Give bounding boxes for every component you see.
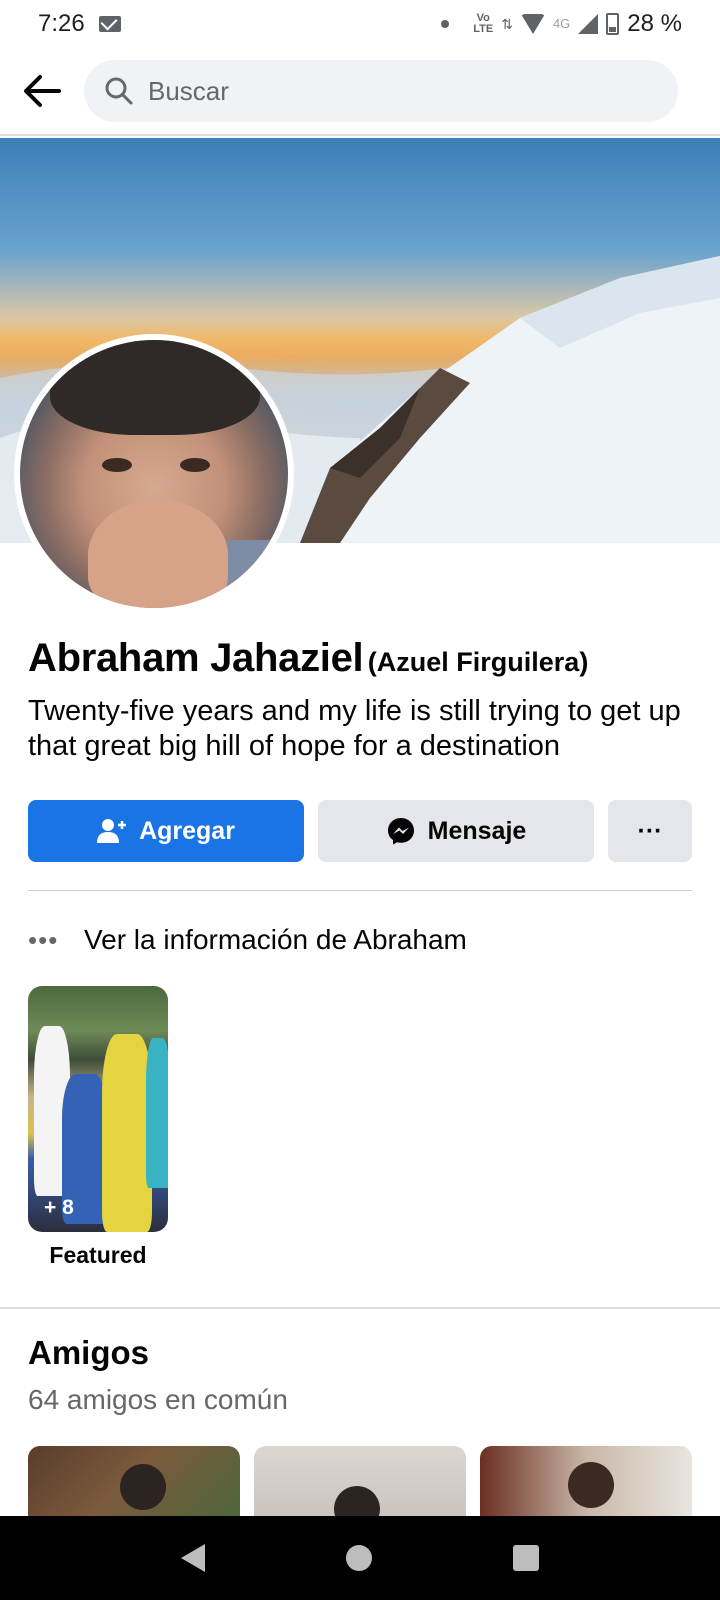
search-placeholder: Buscar [148, 75, 229, 106]
more-dots-icon: ··· [637, 816, 663, 845]
wifi-icon [520, 14, 545, 34]
see-about-info-label: Ver la información de Abraham [84, 924, 467, 955]
battery-icon [606, 13, 620, 35]
profile-name-block: Abraham Jahaziel (Azuel Firguilera) [28, 636, 698, 681]
add-friend-icon [97, 818, 127, 844]
more-options-button[interactable]: ··· [608, 800, 692, 862]
more-dots-icon: ••• [28, 924, 59, 955]
status-bar: 7:26 Vo LTE ⇅ 4G 28 % [0, 0, 720, 48]
network-type: 4G [552, 16, 571, 31]
nav-recents-icon[interactable] [513, 1545, 540, 1571]
featured-collection[interactable]: + 8 Featured [28, 986, 168, 1269]
notification-dot-icon [441, 20, 450, 28]
messenger-icon [386, 816, 416, 846]
add-friend-button[interactable]: Agregar [28, 800, 304, 862]
divider [28, 890, 692, 891]
featured-thumbnail[interactable]: + 8 [28, 986, 168, 1232]
friend-card[interactable] [28, 1446, 240, 1516]
arrow-left-icon [24, 75, 61, 107]
see-about-info-link[interactable]: ••• Ver la información de Abraham [28, 918, 467, 962]
top-app-bar: Buscar [0, 48, 720, 136]
mutual-friends-count[interactable]: 64 amigos en común [28, 1384, 288, 1416]
section-divider [0, 1307, 720, 1309]
status-time: 7:26 [38, 10, 85, 37]
friends-section-title: Amigos [28, 1334, 150, 1371]
featured-count: + 8 [44, 1196, 74, 1219]
volte-icon: Vo LTE [473, 12, 494, 35]
featured-label: Featured [49, 1242, 147, 1268]
friend-card[interactable] [480, 1446, 692, 1516]
profile-name: Abraham Jahaziel [28, 636, 364, 680]
search-input[interactable]: Buscar [84, 60, 678, 122]
back-button[interactable] [20, 69, 64, 113]
profile-actions: Agregar Mensaje ··· [28, 800, 692, 862]
nav-home-icon[interactable] [345, 1545, 372, 1571]
message-button[interactable]: Mensaje [318, 800, 594, 862]
friends-grid [28, 1446, 692, 1516]
nav-back-icon[interactable] [180, 1544, 205, 1572]
battery-percent: 28 % [627, 10, 682, 37]
system-navigation-bar [0, 1516, 720, 1600]
add-friend-label: Agregar [139, 816, 235, 845]
cell-signal-icon [578, 14, 599, 34]
friend-card[interactable] [254, 1446, 466, 1516]
data-arrows-icon: ⇅ [501, 15, 513, 32]
profile-bio: Twenty-five years and my life is still t… [28, 695, 681, 762]
profile-alternate-name: (Azuel Firguilera) [367, 647, 589, 677]
mail-notification-icon [98, 16, 121, 32]
search-icon [105, 77, 133, 105]
profile-avatar[interactable] [14, 334, 294, 614]
message-label: Mensaje [427, 816, 527, 845]
